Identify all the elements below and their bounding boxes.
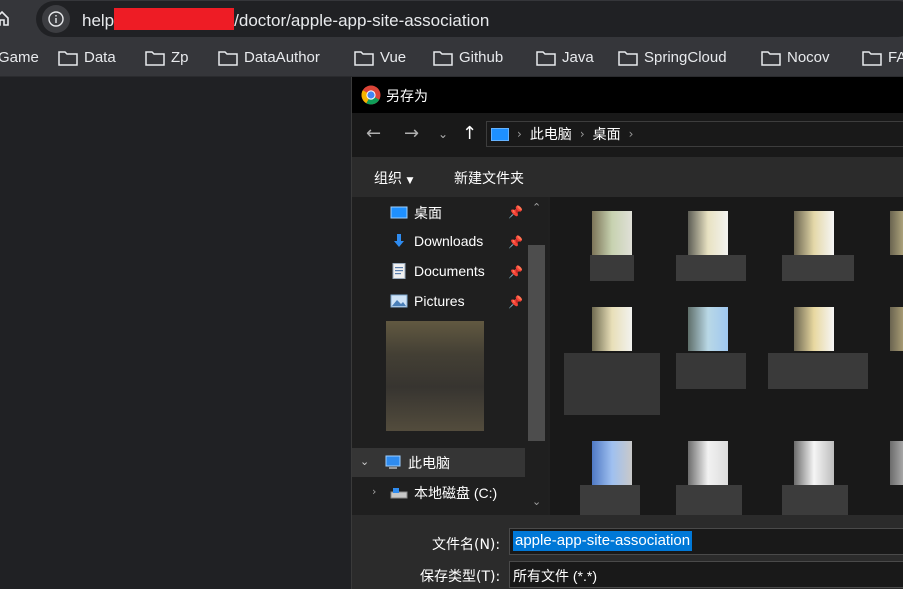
redaction-block: [114, 8, 235, 30]
download-icon: [394, 234, 404, 247]
drive-icon: [390, 488, 408, 499]
bookmarks-bar: Game Data Zp DataAuthor Vue Github Java …: [0, 40, 903, 77]
bookmark-folder-vue[interactable]: Vue: [354, 49, 406, 66]
bookmark-folder-java[interactable]: Java: [536, 49, 594, 66]
save-as-dialog: 另存为 ← → ⌄ ↑ › 此电脑 › 桌面 › 组织 ▼ 新建文件夹 桌面 📌…: [351, 77, 903, 589]
chevron-up-icon[interactable]: ⌃: [532, 201, 541, 214]
file-thumbnail[interactable]: [688, 441, 728, 485]
folder-icon: [618, 50, 638, 66]
nav-item-pictures[interactable]: Pictures: [390, 293, 465, 309]
browser-toolbar: help/doctor/apple-app-site-association: [0, 0, 903, 40]
screen: help/doctor/apple-app-site-association G…: [0, 0, 903, 589]
pin-icon: 📌: [508, 295, 523, 309]
back-arrow-icon[interactable]: ←: [366, 123, 381, 144]
file-thumbnail[interactable]: [592, 307, 632, 351]
file-label-blur: [782, 485, 848, 515]
bookmark-folder-fa[interactable]: FA: [862, 49, 903, 66]
bookmark-folder-data[interactable]: Data: [58, 49, 116, 66]
file-thumbnail[interactable]: [688, 211, 728, 255]
dialog-toolbar: 组织 ▼ 新建文件夹: [352, 157, 903, 197]
bookmark-folder-zp[interactable]: Zp: [145, 49, 189, 66]
bookmark-folder-dataauthor[interactable]: DataAuthor: [218, 49, 320, 66]
up-arrow-icon[interactable]: ↑: [462, 123, 477, 144]
file-thumbnail[interactable]: [890, 307, 903, 351]
folder-icon: [761, 50, 781, 66]
site-info-button[interactable]: [42, 5, 70, 33]
bookmark-folder-nocov[interactable]: Nocov: [761, 49, 830, 66]
nav-item-documents[interactable]: Documents: [390, 263, 485, 279]
nav-item-local-disk[interactable]: 本地磁盘 (C:): [390, 483, 497, 503]
file-thumbnail[interactable]: [592, 441, 632, 485]
chevron-down-icon[interactable]: ⌄: [360, 455, 369, 468]
nav-scrollbar-thumb[interactable]: [528, 245, 545, 441]
file-label-blur: [676, 485, 742, 515]
computer-icon: [385, 455, 401, 469]
file-label-blur: [676, 353, 746, 389]
folder-icon: [218, 50, 238, 66]
path-breadcrumb[interactable]: › 此电脑 › 桌面 ›: [486, 121, 903, 147]
file-thumbnail[interactable]: [794, 211, 834, 255]
chevron-right-icon: ›: [579, 127, 585, 141]
filetype-select[interactable]: 所有文件 (*.*): [509, 561, 903, 588]
chevron-right-icon: ›: [628, 127, 634, 141]
file-thumbnail[interactable]: [592, 211, 632, 255]
dialog-titlebar[interactable]: 另存为: [352, 77, 903, 113]
computer-icon: [491, 127, 509, 141]
forward-arrow-icon[interactable]: →: [404, 123, 419, 144]
folder-icon: [433, 50, 453, 66]
filename-selected-text[interactable]: apple-app-site-association: [513, 531, 693, 551]
history-dropdown-icon[interactable]: ⌄: [438, 127, 448, 141]
filename-label: 文件名(N):: [432, 537, 501, 553]
file-label-blur: [590, 255, 634, 281]
file-label-blur: [676, 255, 746, 281]
folder-icon: [145, 50, 165, 66]
file-thumbnail[interactable]: [794, 307, 834, 351]
file-thumbnail[interactable]: [890, 441, 903, 485]
nav-item-downloads[interactable]: Downloads: [390, 233, 483, 249]
new-folder-button[interactable]: 新建文件夹: [454, 168, 524, 188]
folder-icon: [58, 50, 78, 66]
filetype-label: 保存类型(T):: [420, 569, 501, 585]
pin-icon: 📌: [508, 235, 523, 249]
folder-icon: [354, 50, 374, 66]
chevron-right-icon[interactable]: ›: [372, 485, 376, 498]
breadcrumb-desktop[interactable]: 桌面: [593, 124, 621, 144]
pin-icon: 📌: [508, 265, 523, 279]
file-label-blur: [768, 353, 868, 389]
organize-button[interactable]: 组织 ▼: [374, 168, 413, 188]
chevron-down-icon[interactable]: ⌄: [532, 495, 541, 508]
info-icon: [48, 11, 64, 27]
bookmark-folder-github[interactable]: Github: [433, 49, 503, 66]
pictures-icon: [390, 294, 408, 308]
home-icon[interactable]: [0, 10, 10, 26]
dialog-navbar: ← → ⌄ ↑ › 此电脑 › 桌面 ›: [352, 113, 903, 157]
folder-icon: [862, 50, 882, 66]
breadcrumb-this-pc[interactable]: 此电脑: [530, 124, 572, 144]
chrome-icon: [361, 85, 381, 105]
desktop-icon: [390, 206, 408, 219]
file-thumbnail[interactable]: [890, 211, 903, 255]
document-icon: [392, 263, 406, 279]
file-label-blur: [782, 255, 854, 281]
nav-item-this-pc[interactable]: 此电脑: [384, 453, 450, 473]
bookmark-folder-game[interactable]: Game: [0, 49, 39, 66]
file-label-blur: [564, 353, 660, 415]
dialog-title: 另存为: [386, 89, 428, 105]
pin-icon: 📌: [508, 205, 523, 219]
blurred-tree-items: [386, 321, 484, 431]
nav-item-desktop[interactable]: 桌面: [390, 203, 442, 223]
file-list-area[interactable]: [550, 197, 903, 515]
file-label-blur: [580, 485, 640, 515]
file-thumbnail[interactable]: [688, 307, 728, 351]
chevron-right-icon: ›: [517, 127, 522, 141]
bookmark-folder-springcloud[interactable]: SpringCloud: [618, 49, 727, 66]
caret-down-icon: ▼: [406, 176, 414, 186]
folder-icon: [536, 50, 556, 66]
file-thumbnail[interactable]: [794, 441, 834, 485]
url-text[interactable]: help/doctor/apple-app-site-association: [82, 8, 489, 31]
